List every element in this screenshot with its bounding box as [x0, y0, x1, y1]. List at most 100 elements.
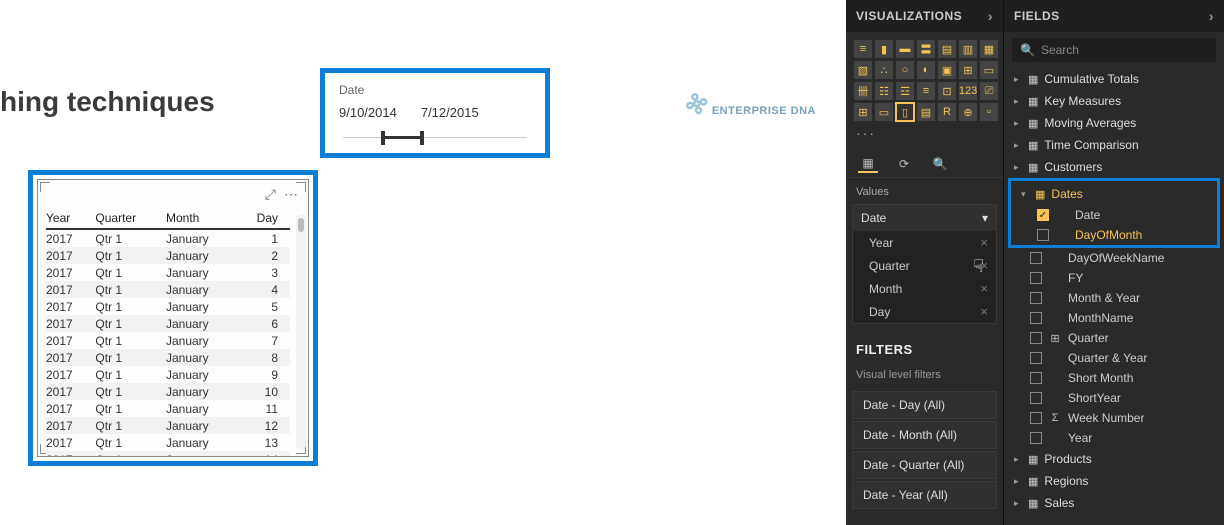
table-row[interactable]: 2017Qtr 1January8 [46, 349, 290, 366]
viz-type-icon[interactable]: ☷ [875, 82, 893, 100]
viz-type-icon[interactable]: ▧ [854, 61, 872, 79]
table-row[interactable]: 2017Qtr 1January9 [46, 366, 290, 383]
field-column[interactable]: Quarter & Year [1004, 348, 1224, 368]
table-row[interactable]: 2017Qtr 1January3 [46, 264, 290, 281]
table-header[interactable]: Month [166, 208, 240, 229]
viz-type-icon[interactable]: ▭ [875, 103, 893, 121]
collapse-fields-icon[interactable]: › [1209, 8, 1214, 24]
checkbox[interactable] [1030, 272, 1042, 284]
format-tab[interactable]: ⟳ [894, 155, 914, 173]
table-row[interactable]: 2017Qtr 1January2 [46, 247, 290, 264]
slicer-track[interactable] [339, 128, 531, 148]
checkbox[interactable] [1030, 312, 1042, 324]
well-item[interactable]: Quarter× [853, 254, 996, 277]
filter-item[interactable]: Date - Quarter (All) [852, 451, 997, 479]
slicer-handle-right[interactable] [420, 131, 424, 145]
table-row[interactable]: 2017Qtr 1January11 [46, 400, 290, 417]
well-item[interactable]: Year× [853, 231, 996, 254]
checkbox[interactable] [1030, 352, 1042, 364]
field-column[interactable]: DayOfMonth [1011, 225, 1217, 245]
well-item[interactable]: Day× [853, 300, 996, 323]
table-header[interactable]: Year [46, 208, 95, 229]
field-column[interactable]: Month & Year [1004, 288, 1224, 308]
field-table[interactable]: ▾▦Dates [1011, 183, 1217, 205]
report-canvas[interactable]: hing techniques ⌘ ENTERPRISE DNA Date 9/… [0, 0, 846, 525]
field-column[interactable]: MonthName [1004, 308, 1224, 328]
viz-type-icon[interactable]: 〓 [917, 40, 935, 58]
analytics-tab[interactable]: 🔍 [930, 155, 950, 173]
table-row[interactable]: 2017Qtr 1January7 [46, 332, 290, 349]
values-well[interactable]: Date ▾ Year×Quarter×Month×Day× [852, 204, 997, 324]
checkbox[interactable] [1030, 252, 1042, 264]
table-row[interactable]: 2017Qtr 1January13 [46, 434, 290, 451]
viz-type-icon[interactable]: 123 [959, 82, 977, 100]
checkbox[interactable] [1030, 372, 1042, 384]
filter-item[interactable]: Date - Year (All) [852, 481, 997, 509]
field-table[interactable]: ▸▦Moving Averages [1004, 112, 1224, 134]
checkbox[interactable] [1030, 392, 1042, 404]
focus-mode-icon[interactable]: ⤢ [265, 186, 276, 203]
table-row[interactable]: 2017Qtr 1January14 [46, 451, 290, 456]
field-table[interactable]: ▸▦Time Comparison [1004, 134, 1224, 156]
slicer-to[interactable]: 7/12/2015 [421, 105, 479, 120]
viz-type-icon[interactable]: R [938, 103, 956, 121]
field-column[interactable]: ⊞Quarter [1004, 328, 1224, 348]
field-column[interactable]: DayOfWeekName [1004, 248, 1224, 268]
well-dropdown-icon[interactable]: ▾ [982, 211, 988, 225]
field-table[interactable]: ▸▦Cumulative Totals [1004, 68, 1224, 90]
checkbox[interactable]: ✓ [1037, 209, 1049, 221]
table-visual[interactable]: ⤢ ⋯ YearQuarterMonthDay 2017Qtr 1January… [28, 170, 318, 466]
date-slicer[interactable]: Date 9/10/2014 7/12/2015 [320, 68, 550, 158]
viz-type-icon[interactable]: ⊞ [854, 103, 872, 121]
field-column[interactable]: ΣWeek Number [1004, 408, 1224, 428]
field-table[interactable]: ▸▦Key Measures [1004, 90, 1224, 112]
viz-type-icon[interactable]: ⎚ [980, 82, 998, 100]
table-scrollbar[interactable] [296, 214, 306, 450]
viz-type-icon[interactable]: ▯ [896, 103, 914, 121]
viz-type-icon[interactable]: ▫ [980, 103, 998, 121]
field-table[interactable]: ▸▦Regions [1004, 470, 1224, 492]
viz-type-icon[interactable]: ⊡ [938, 82, 956, 100]
table-row[interactable]: 2017Qtr 1January5 [46, 298, 290, 315]
field-column[interactable]: ✓Date [1011, 205, 1217, 225]
table-row[interactable]: 2017Qtr 1January1 [46, 229, 290, 247]
viz-type-icon[interactable]: ○ [896, 61, 914, 79]
viz-type-icon[interactable]: 卌 [854, 82, 872, 100]
viz-type-icon[interactable]: ≡ [917, 82, 935, 100]
viz-type-icon[interactable]: ▥ [959, 40, 977, 58]
filter-item[interactable]: Date - Day (All) [852, 391, 997, 419]
table-row[interactable]: 2017Qtr 1January6 [46, 315, 290, 332]
field-column[interactable]: Year [1004, 428, 1224, 448]
collapse-viz-icon[interactable]: › [988, 8, 993, 24]
viz-type-icon[interactable]: ▭ [980, 61, 998, 79]
filter-item[interactable]: Date - Month (All) [852, 421, 997, 449]
field-table[interactable]: ▸▦Customers [1004, 156, 1224, 178]
viz-type-icon[interactable]: ▮ [875, 40, 893, 58]
viz-type-icon[interactable]: ▤ [938, 40, 956, 58]
checkbox[interactable] [1030, 432, 1042, 444]
viz-type-icon[interactable]: ⊕ [959, 103, 977, 121]
field-column[interactable]: Short Month [1004, 368, 1224, 388]
field-table[interactable]: ▸▦Sales [1004, 492, 1224, 514]
viz-type-icon[interactable]: ∴ [875, 61, 893, 79]
table-header[interactable]: Day [240, 208, 290, 229]
viz-type-icon[interactable]: ⊞ [959, 61, 977, 79]
remove-icon[interactable]: × [980, 258, 988, 273]
checkbox[interactable] [1030, 292, 1042, 304]
slicer-handle-left[interactable] [381, 131, 385, 145]
viz-more-icon[interactable]: ··· [846, 121, 1003, 145]
checkbox[interactable] [1037, 229, 1049, 241]
viz-type-icon[interactable]: ▣ [938, 61, 956, 79]
table-row[interactable]: 2017Qtr 1January4 [46, 281, 290, 298]
well-item[interactable]: Month× [853, 277, 996, 300]
slicer-from[interactable]: 9/10/2014 [339, 105, 397, 120]
viz-type-icon[interactable]: ▬ [896, 40, 914, 58]
table-header[interactable]: Quarter [95, 208, 166, 229]
field-column[interactable]: FY [1004, 268, 1224, 288]
remove-icon[interactable]: × [980, 235, 988, 250]
remove-icon[interactable]: × [980, 281, 988, 296]
fields-tab[interactable]: ▦ [858, 155, 878, 173]
table-row[interactable]: 2017Qtr 1January10 [46, 383, 290, 400]
viz-type-icon[interactable]: ≡ [854, 40, 872, 58]
field-table[interactable]: ▸▦Products [1004, 448, 1224, 470]
